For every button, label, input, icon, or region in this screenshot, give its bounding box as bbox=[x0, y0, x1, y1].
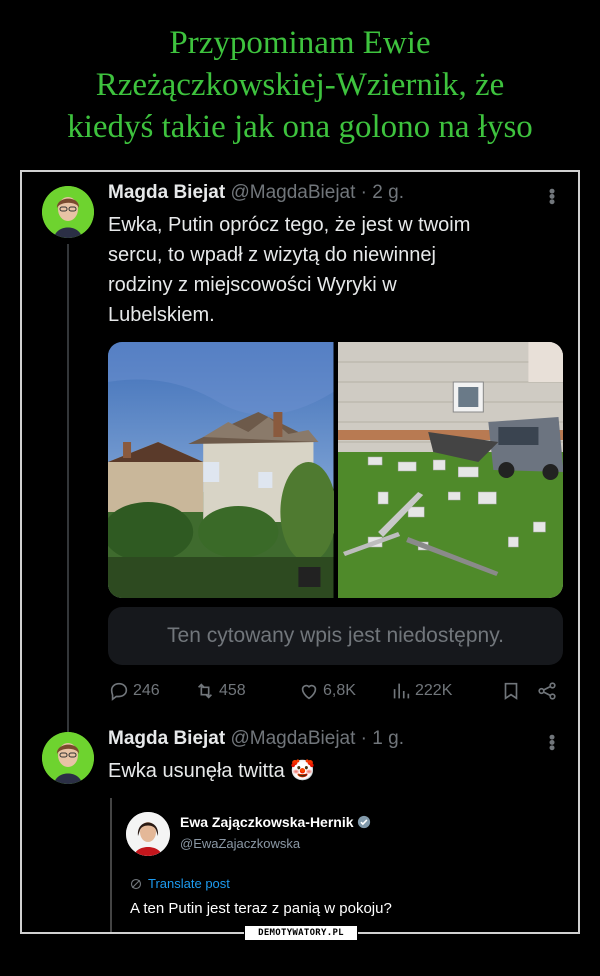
tweet-text-line: sercu, to wpadł z wizytą do niewinnej bbox=[108, 244, 436, 266]
repost-icon bbox=[197, 683, 213, 699]
views-count: 222K bbox=[415, 682, 453, 699]
tweet-text-line: Lubelskiem. bbox=[108, 304, 215, 326]
tweet-header: Magda Biejat @MagdaBiejat · 2 g. bbox=[108, 182, 404, 204]
tweet-photos[interactable] bbox=[108, 342, 563, 598]
repost-count: 458 bbox=[219, 682, 246, 699]
views-chart-icon bbox=[393, 683, 410, 699]
embedded-tweet-text: A ten Putin jest teraz z panią w pokoju? bbox=[130, 900, 392, 917]
share-button[interactable] bbox=[536, 680, 558, 702]
tweet-header: Magda Biejat @MagdaBiejat · 1 g. bbox=[108, 728, 404, 750]
tweet-text-line: Ewka, Putin oprócz tego, że jest w twoim bbox=[108, 214, 471, 236]
tweet-text: Ewka usunęła twitta 🤡 bbox=[108, 756, 315, 786]
tweet-text-line: rodziny z miejscowości Wyryki w bbox=[108, 274, 397, 296]
headline: Przypominam Ewie Rzeżączkowskiej-Wzierni… bbox=[0, 22, 600, 148]
embedded-author-handle: @EwaZajaczkowska bbox=[180, 836, 301, 851]
headline-line-3: kiedyś takie jak ona golono na łyso bbox=[67, 109, 533, 145]
tweet-text: Ewka, Putin oprócz tego, że jest w twoim… bbox=[108, 210, 470, 330]
embedded-author-name: Ewa Zajączkowska-Hernik bbox=[180, 814, 371, 830]
headline-line-1: Przypominam Ewie bbox=[169, 25, 431, 61]
thread-line bbox=[67, 244, 69, 724]
more-options-icon[interactable]: ••• bbox=[542, 188, 562, 204]
avatar[interactable] bbox=[42, 186, 94, 238]
tweet-actions: 246 458 6,8K 222K bbox=[108, 680, 563, 704]
watermark-logo: DEMOTYWATORY.PL bbox=[244, 925, 358, 941]
translate-post-link: Translate post bbox=[130, 876, 230, 891]
more-options-icon[interactable]: ••• bbox=[542, 734, 562, 750]
tweet-text-content: Ewka usunęła twitta bbox=[108, 760, 285, 782]
reply-count: 246 bbox=[133, 682, 160, 699]
tweet-screenshot-frame: Magda Biejat @MagdaBiejat · 2 g. ••• Ewk… bbox=[20, 170, 580, 934]
author-handle-time[interactable]: @MagdaBiejat · 2 g. bbox=[230, 182, 404, 203]
views-button[interactable]: 222K bbox=[390, 680, 452, 702]
photo-rubble[interactable] bbox=[337, 342, 563, 598]
author-name[interactable]: Magda Biejat bbox=[108, 182, 225, 203]
photo-damaged-house[interactable] bbox=[108, 342, 334, 598]
reply-icon bbox=[110, 682, 128, 701]
bookmark-button[interactable] bbox=[500, 680, 522, 702]
headline-line-2: Rzeżączkowskiej-Wziernik, że bbox=[95, 67, 505, 103]
avatar[interactable] bbox=[42, 732, 94, 784]
bookmark-icon bbox=[504, 682, 518, 700]
translate-post-label: Translate post bbox=[148, 876, 230, 891]
author-name[interactable]: Magda Biejat bbox=[108, 728, 225, 749]
quoted-tweet-unavailable: Ten cytowany wpis jest niedostępny. bbox=[108, 607, 563, 665]
reply-button[interactable]: 246 bbox=[108, 680, 160, 702]
clown-emoji-icon: 🤡 bbox=[290, 760, 316, 782]
author-handle-time[interactable]: @MagdaBiejat · 1 g. bbox=[230, 728, 404, 749]
share-icon bbox=[538, 682, 556, 700]
heart-icon bbox=[301, 684, 317, 700]
embedded-tweet-screenshot: Ewa Zajączkowska-Hernik @EwaZajaczkowska… bbox=[110, 798, 578, 932]
like-count: 6,8K bbox=[323, 682, 356, 699]
verified-badge-icon bbox=[358, 815, 371, 829]
embedded-author-name-text: Ewa Zajączkowska-Hernik bbox=[180, 814, 354, 830]
repost-button[interactable]: 458 bbox=[194, 680, 246, 702]
avatar bbox=[126, 812, 170, 856]
translate-icon bbox=[130, 878, 142, 889]
thread-line-top bbox=[67, 712, 69, 734]
like-button[interactable]: 6,8K bbox=[298, 680, 356, 702]
